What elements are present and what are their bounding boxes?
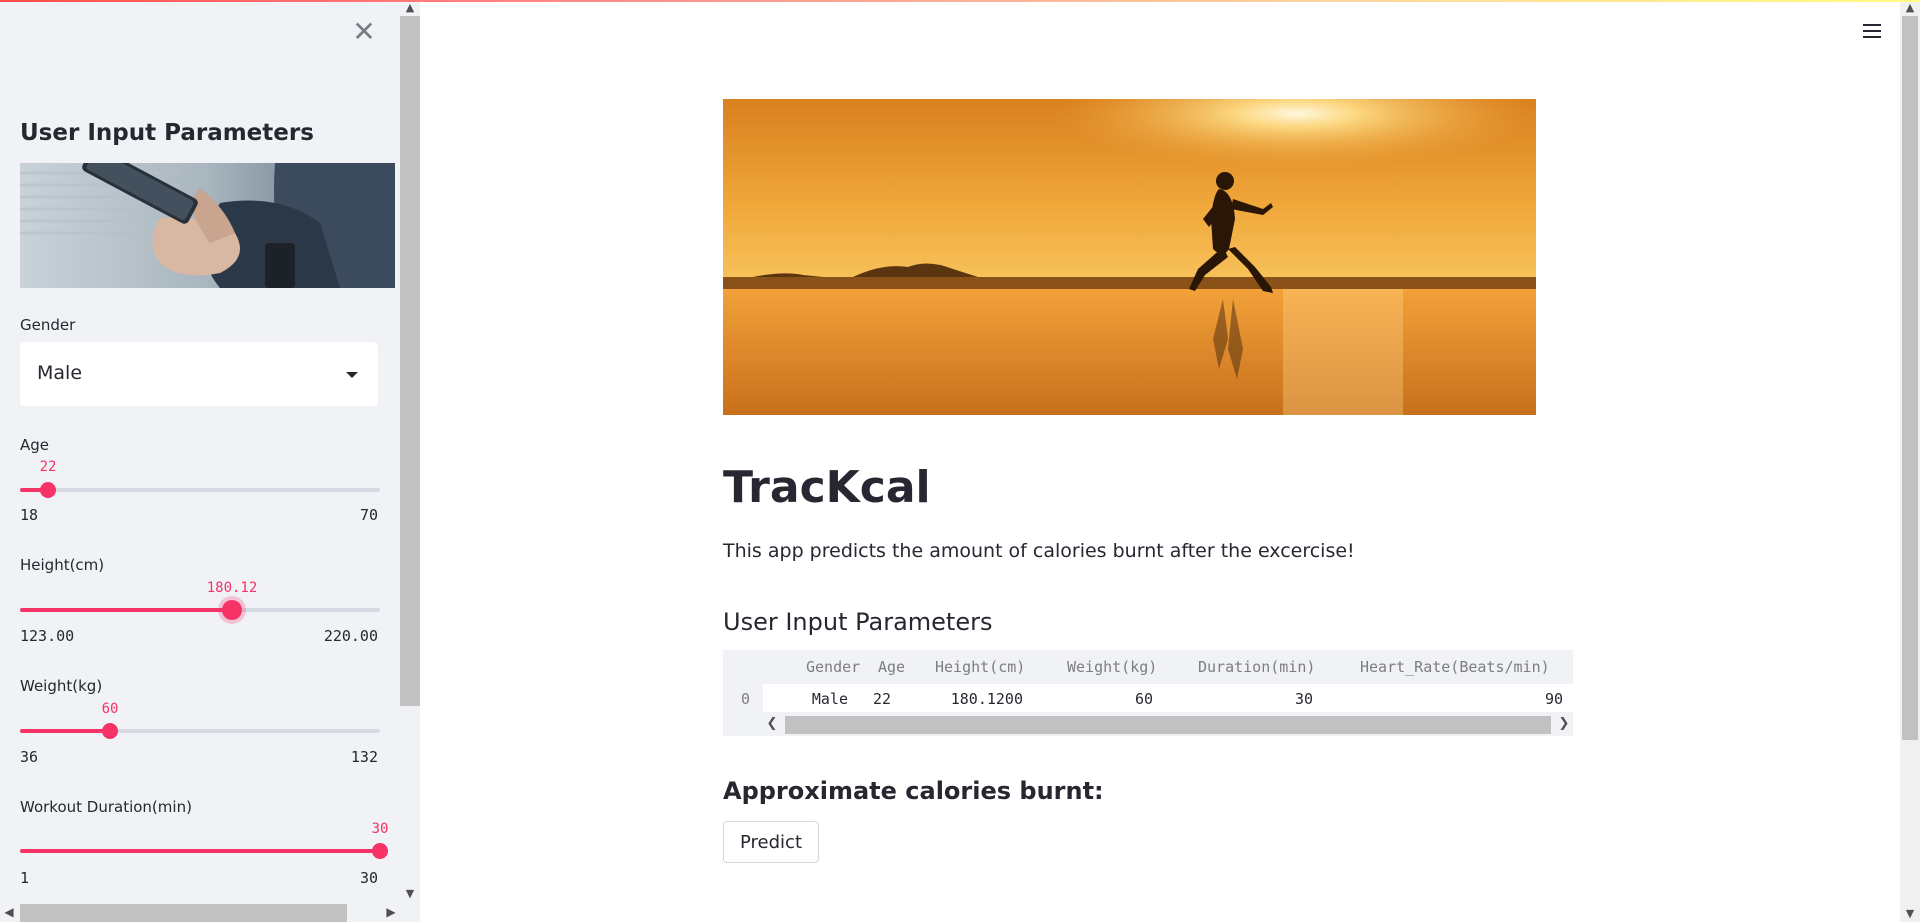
chevron-down-icon [346,372,358,378]
slider-thumb[interactable] [102,723,118,739]
weight-slider[interactable] [20,719,380,743]
height-slider-max: 220.00 [323,627,378,645]
slider-track [20,488,380,492]
sidebar: ✕ User Input Parameters Gender Male Age … [0,0,420,922]
slider-thumb[interactable] [222,600,242,620]
weight-slider-max: 132 [350,748,378,766]
weight-slider-value: 60 [101,701,119,717]
scroll-up-icon[interactable]: ▲ [1900,0,1920,16]
table-row-index: 0 [741,690,751,708]
table-horizontal-scrollbar[interactable]: ❮ ❯ [763,714,1573,734]
hamburger-menu-icon[interactable] [1863,24,1883,42]
scrollbar-thumb[interactable] [20,904,347,922]
scroll-down-icon[interactable]: ▼ [1900,906,1920,922]
table-cell-age: 22 [872,690,891,708]
table-header-gender: Gender [806,658,861,676]
age-slider-max: 70 [359,506,378,524]
duration-label: Workout Duration(min) [20,798,192,816]
duration-slider-max: 30 [359,869,378,887]
sidebar-image-phone-hands [20,163,395,288]
sidebar-title: User Input Parameters [20,120,314,146]
table-header-weight: Weight(kg) [1067,658,1158,676]
duration-slider-min: 1 [20,869,30,887]
table-header-height: Height(cm) [935,658,1026,676]
gender-label: Gender [20,316,76,334]
scroll-right-icon[interactable]: ❯ [1555,714,1573,734]
scroll-down-icon[interactable]: ▼ [400,886,420,902]
age-slider-value: 22 [39,459,57,475]
slider-thumb[interactable] [372,843,388,859]
table-row: Male 22 180.1200 60 30 90 [763,684,1573,712]
table-cell-heart-rate: 90 [1544,690,1563,708]
scroll-left-icon[interactable]: ◀ [0,902,18,922]
table-cell-weight: 60 [1134,690,1153,708]
scrollbar-thumb[interactable] [400,16,420,706]
gender-select-value: Male [37,362,83,384]
duration-slider[interactable] [20,839,388,863]
scrollbar-thumb[interactable] [785,716,1551,734]
scrollbar-thumb[interactable] [1902,16,1918,740]
age-label: Age [20,436,50,454]
sidebar-horizontal-scrollbar[interactable]: ◀ ▶ [0,902,400,922]
height-label: Height(cm) [20,556,105,574]
predict-button[interactable]: Predict [723,821,819,863]
table-header-heart-rate: Heart_Rate(Beats/min) [1360,658,1550,676]
age-slider[interactable] [20,478,380,502]
sidebar-content: ✕ User Input Parameters Gender Male Age … [0,0,400,902]
height-slider-min: 123.00 [20,627,75,645]
weight-slider-min: 36 [20,748,39,766]
hero-image-runner-sunset [723,99,1536,415]
gender-select[interactable]: Male [20,342,378,406]
top-decoration-bar [0,0,1920,2]
close-icon[interactable]: ✕ [350,18,378,46]
main-vertical-scrollbar[interactable]: ▲ ▼ [1900,0,1920,922]
scroll-left-icon[interactable]: ❮ [763,714,781,734]
main-content: TracKcal This app predicts the amount of… [420,0,1900,922]
slider-fill [20,608,232,612]
age-slider-min: 18 [20,506,39,524]
input-section-title: User Input Parameters [723,608,993,636]
table-header-duration: Duration(min) [1198,658,1316,676]
table-cell-gender: Male [811,690,848,708]
table-header-age: Age [878,658,906,676]
slider-fill [20,849,380,853]
result-section-title: Approximate calories burnt: [723,777,1104,805]
height-slider[interactable] [20,598,380,622]
scroll-right-icon[interactable]: ▶ [382,902,400,922]
weight-label: Weight(kg) [20,677,103,695]
slider-thumb[interactable] [40,482,56,498]
height-slider-value: 180.12 [206,580,258,596]
app-description: This app predicts the amount of calories… [723,540,1355,562]
table-cell-height: 180.1200 [950,690,1023,708]
sidebar-vertical-scrollbar[interactable]: ▲ ▼ [400,0,420,902]
input-parameters-table: Gender Age Height(cm) Weight(kg) Duratio… [723,650,1573,736]
page-title: TracKcal [723,462,931,513]
table-cell-duration: 30 [1294,690,1313,708]
slider-fill [20,729,110,733]
scroll-up-icon[interactable]: ▲ [400,0,420,16]
duration-slider-value: 30 [371,821,389,837]
